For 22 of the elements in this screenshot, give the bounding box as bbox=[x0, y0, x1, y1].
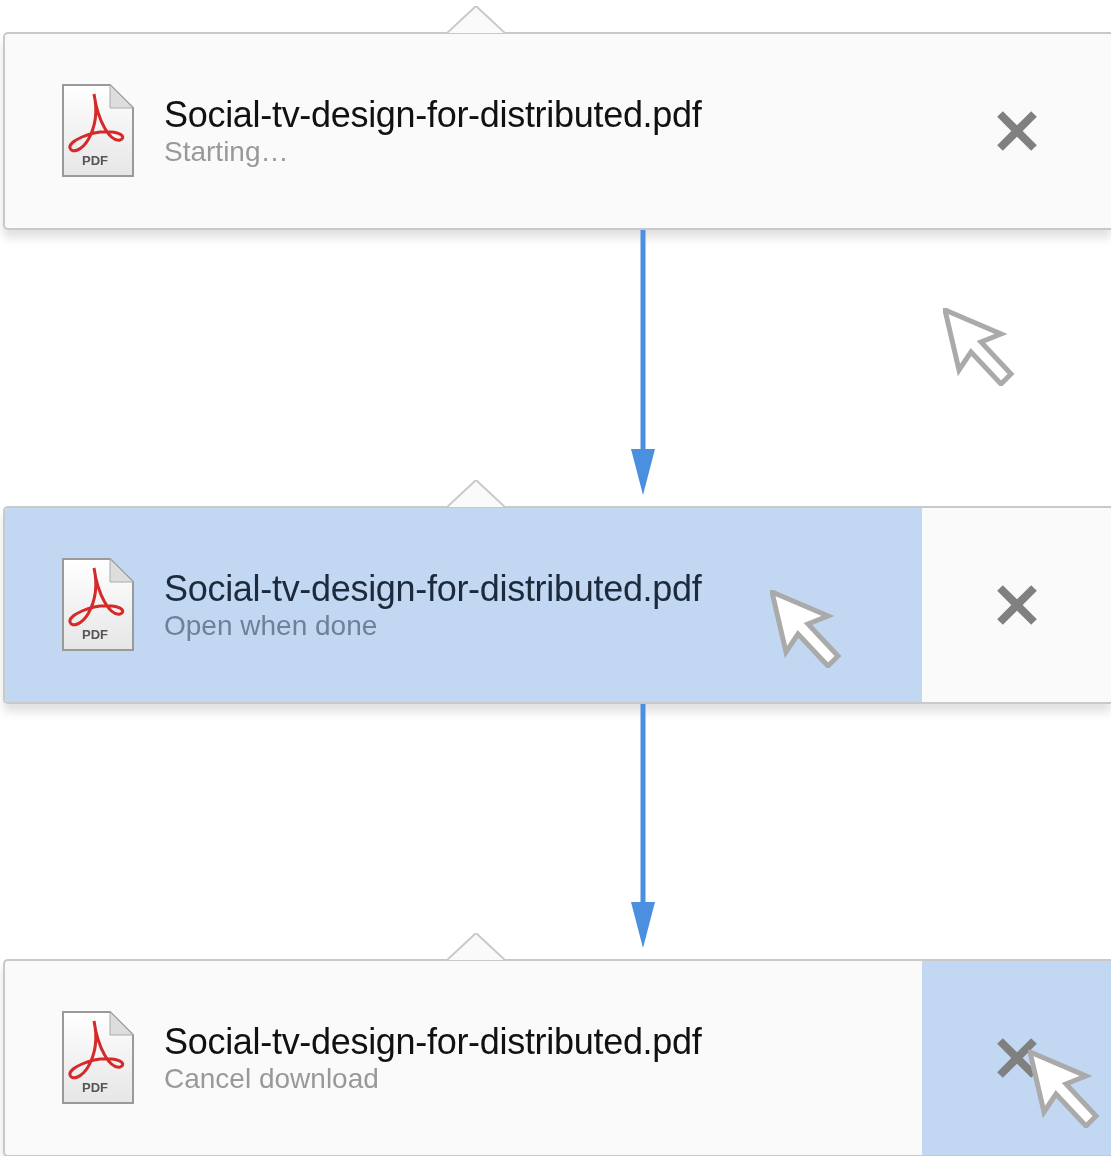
status-text: Cancel download bbox=[164, 1062, 380, 1096]
status-text: Starting… bbox=[164, 135, 290, 169]
status-text: Open when done bbox=[164, 609, 379, 643]
download-row[interactable]: PDF Social-tv-design-for-distributed.pdf Cancel download bbox=[5, 961, 922, 1155]
file-type-label: PDF bbox=[82, 1081, 108, 1094]
pdf-file-icon bbox=[60, 556, 136, 654]
file-name: Social-tv-design-for-distributed.pdf bbox=[164, 1020, 702, 1062]
download-row[interactable]: PDF Social-tv-design-for-distributed.pdf Open when done bbox=[5, 508, 922, 702]
close-icon bbox=[995, 584, 1038, 626]
file-name: Social-tv-design-for-distributed.pdf bbox=[164, 93, 702, 135]
close-button[interactable] bbox=[922, 961, 1111, 1155]
cursor-icon bbox=[1028, 1050, 1100, 1128]
pdf-file-icon bbox=[60, 1009, 136, 1107]
download-row[interactable]: PDF Social-tv-design-for-distributed.pdf Starting… bbox=[5, 34, 922, 228]
pdf-file-icon bbox=[60, 82, 136, 180]
close-icon bbox=[995, 110, 1038, 152]
file-type-label: PDF bbox=[82, 154, 108, 167]
cursor-icon bbox=[943, 308, 1015, 386]
file-name: Social-tv-design-for-distributed.pdf bbox=[164, 567, 702, 609]
close-icon bbox=[995, 1037, 1038, 1079]
file-type-label: PDF bbox=[82, 628, 108, 641]
cursor-icon bbox=[770, 590, 842, 668]
